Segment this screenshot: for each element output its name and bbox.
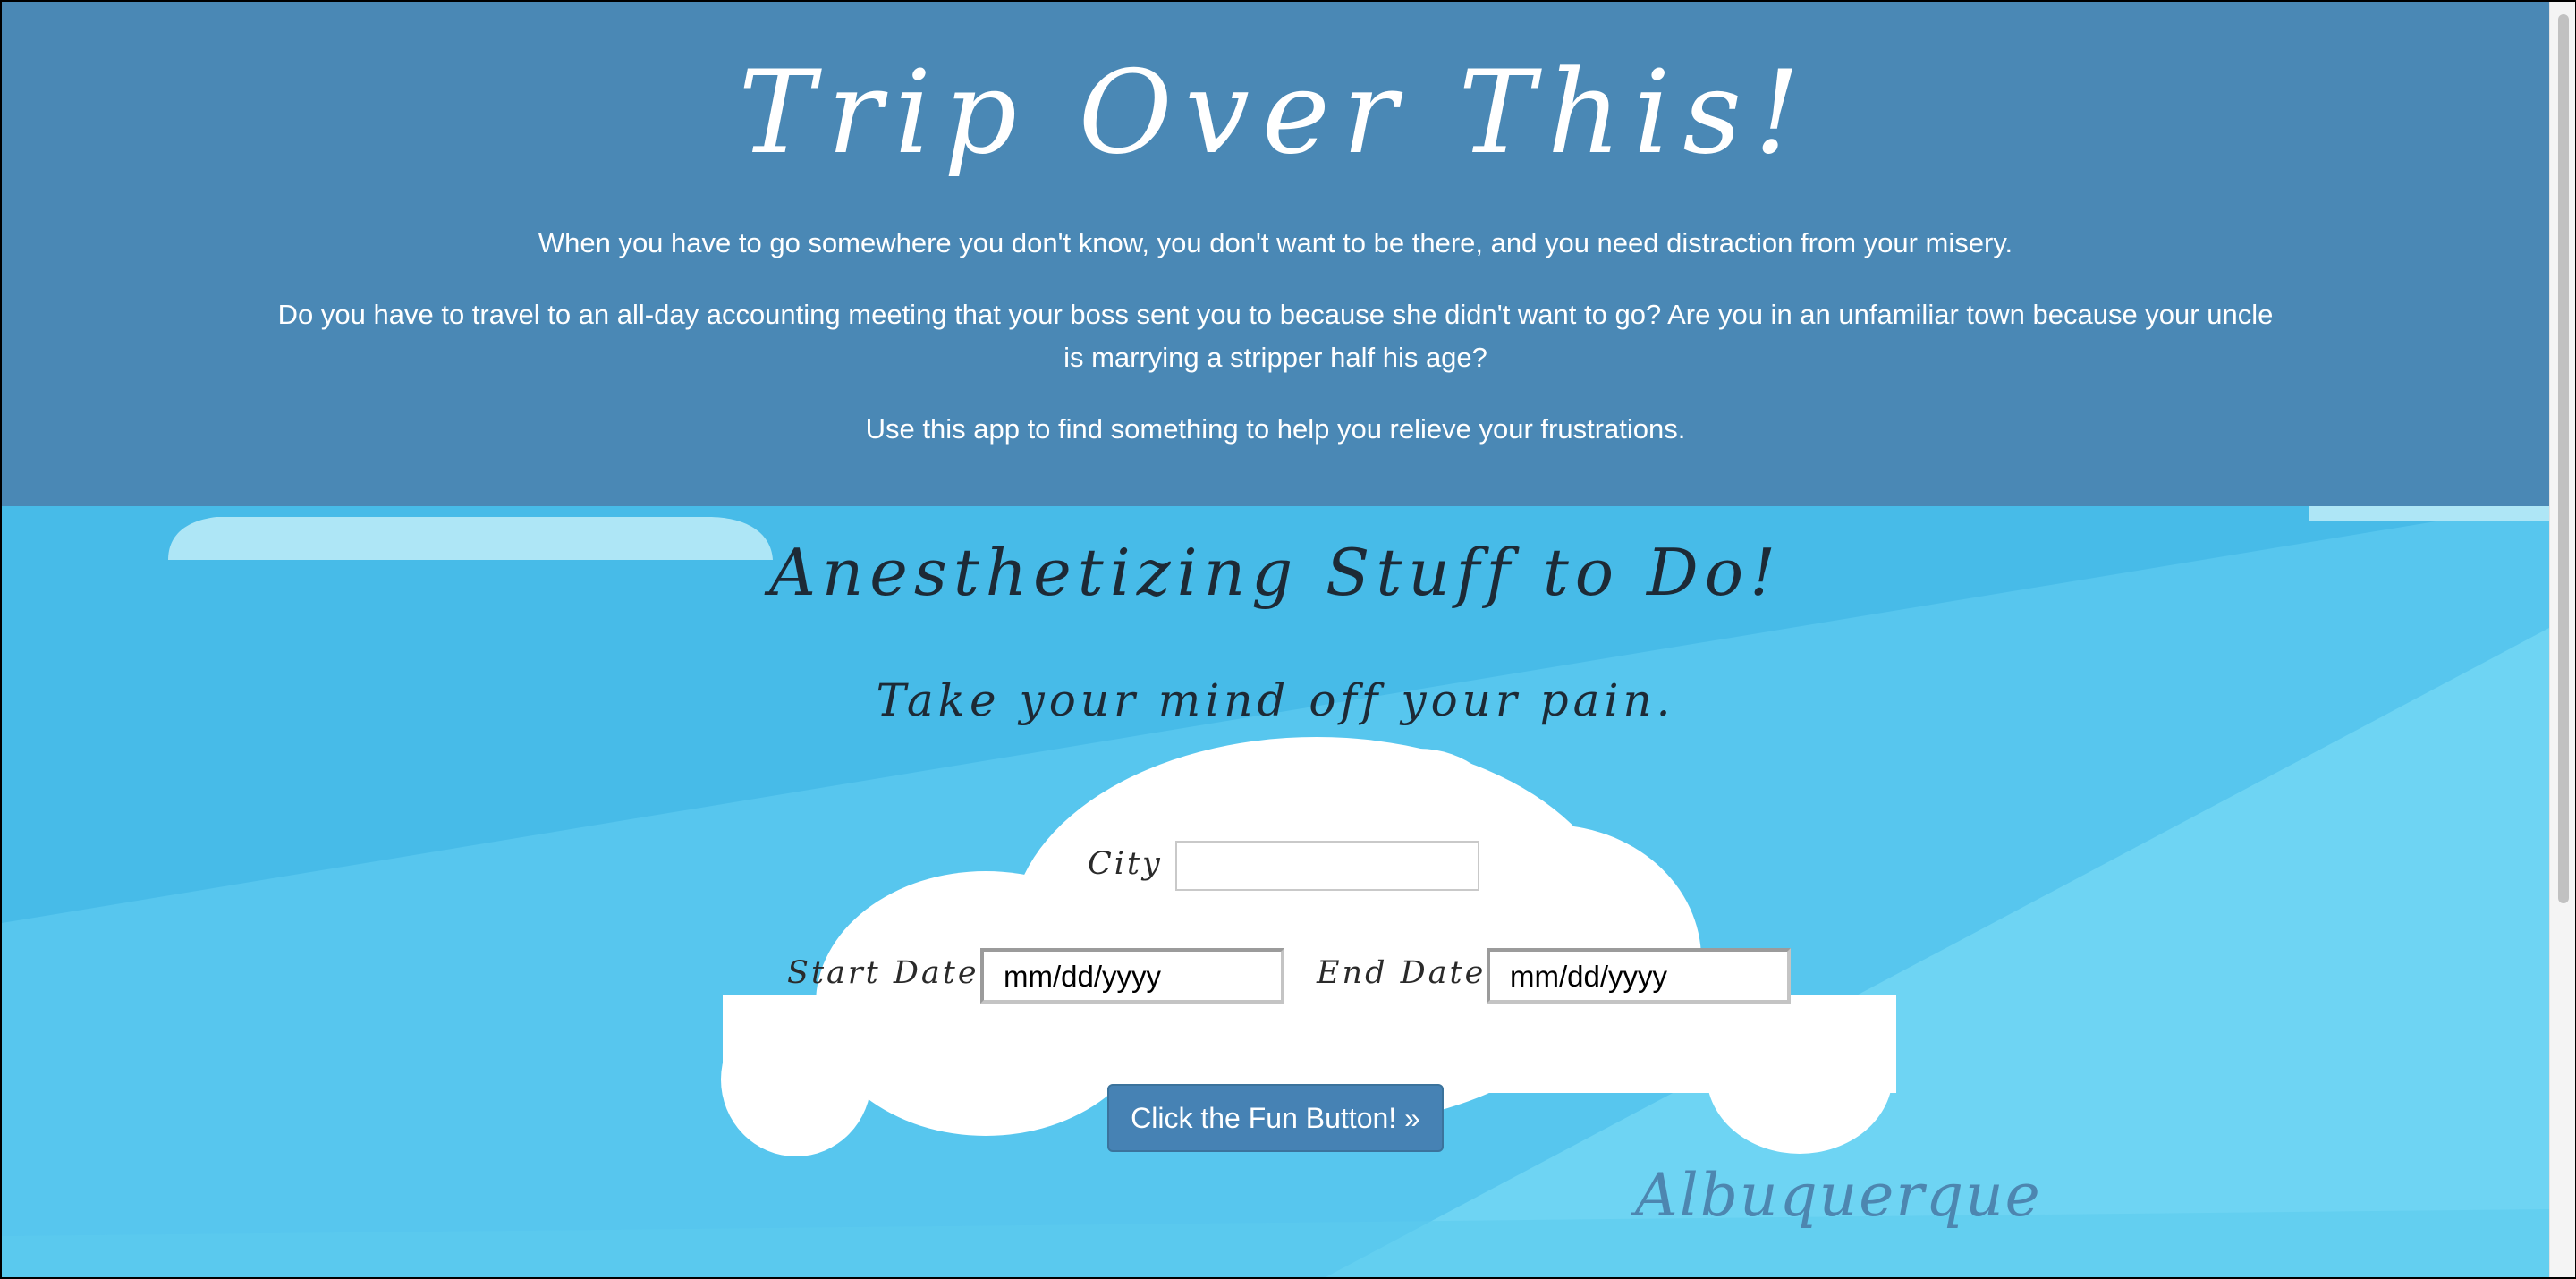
end-date-input[interactable]: mm/dd/yyyy	[1487, 948, 1791, 1004]
vertical-scrollbar[interactable]	[2549, 2, 2575, 1277]
section-subtitle: Take your mind off your pain.	[876, 674, 1675, 726]
section-title: Anesthetizing Stuff to Do!	[768, 535, 1783, 610]
start-date-input[interactable]: mm/dd/yyyy	[980, 948, 1284, 1004]
intro-text-3: Use this app to find something to help y…	[865, 413, 1686, 445]
city-caption: Albuquerque	[1635, 1161, 2042, 1230]
intro-text-1: When you have to go somewhere you don't …	[538, 227, 2013, 258]
intro-text-2: Do you have to travel to an all-day acco…	[277, 299, 2274, 373]
page-header: Trip Over This! When you have to go some…	[2, 2, 2549, 506]
city-label: City	[1088, 846, 1163, 882]
city-input[interactable]	[1175, 841, 1479, 891]
site-title: Trip Over This!	[738, 47, 1813, 180]
scrollbar-thumb[interactable]	[2558, 14, 2569, 903]
start-date-label: Start Date	[787, 955, 979, 991]
page-viewport: Trip Over This! When you have to go some…	[2, 2, 2549, 1277]
end-date-label: End Date	[1317, 955, 1487, 991]
fun-button[interactable]: Click the Fun Button! »	[1107, 1084, 1444, 1152]
